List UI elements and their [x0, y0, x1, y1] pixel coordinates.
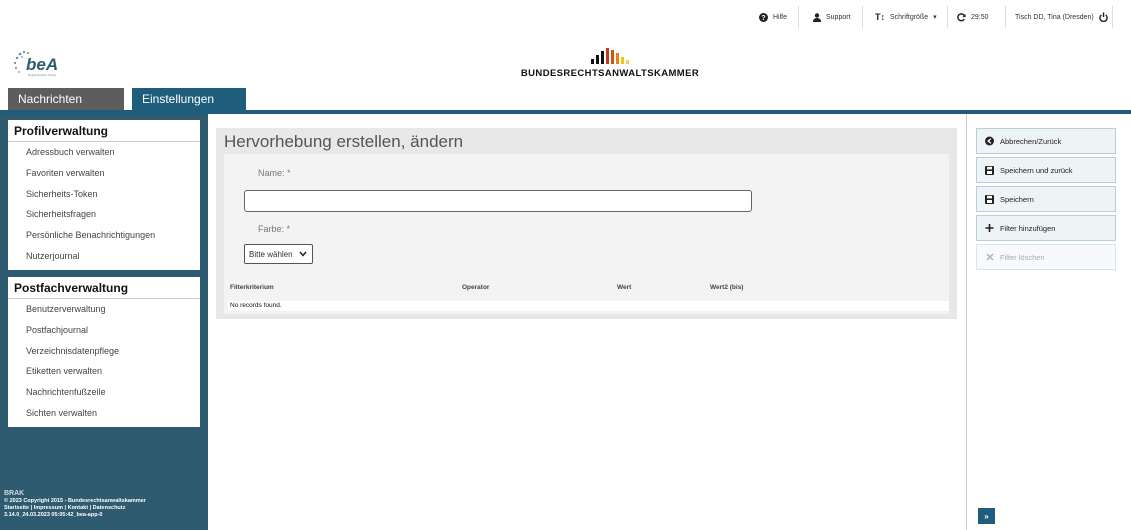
chevron-down-icon: ▾ — [933, 14, 937, 21]
save-and-back-button[interactable]: Speichern und zurück — [976, 157, 1116, 183]
arrow-left-circle-icon — [985, 136, 994, 146]
mailbox-panel: Postfachverwaltung Benutzerverwaltung Po… — [8, 277, 200, 427]
brak-small-logo: BRAK — [4, 490, 25, 497]
delete-filter-label: Filter löschen — [1000, 252, 1045, 262]
main-panel: Hervorhebung erstellen, ändern Name: * F… — [216, 128, 957, 319]
profile-panel: Profilverwaltung Adressbuch verwalten Fa… — [8, 120, 200, 270]
bea-logo[interactable]: beA Digital Einfach Sicher — [8, 48, 70, 78]
sidebar-item-postfachjournal[interactable]: Postfachjournal — [8, 320, 200, 341]
add-filter-button[interactable]: Filter hinzufügen — [976, 215, 1116, 241]
cancel-back-button[interactable]: Abbrechen/Zurück — [976, 128, 1116, 154]
x-icon — [985, 253, 994, 262]
version-text: 3.14.0_24.03.2023 05:05:42_bea-app-0 — [4, 512, 103, 518]
sidebar-item-adressbuch[interactable]: Adressbuch verwalten — [8, 142, 200, 163]
sidebar-item-benachrichtigungen[interactable]: Persönliche Benachrichtigungen — [8, 225, 200, 246]
cancel-back-label: Abbrechen/Zurück — [1000, 136, 1062, 146]
svg-text:?: ? — [761, 13, 765, 22]
sidebar-item-sichten[interactable]: Sichten verwalten — [8, 402, 200, 423]
sidebar-item-etiketten[interactable]: Etiketten verwalten — [8, 361, 200, 382]
help-link[interactable]: ? Hilfe — [759, 9, 787, 25]
floppy-icon — [985, 194, 994, 204]
column-header[interactable]: Filterkriterium — [230, 284, 274, 291]
save-and-back-label: Speichern und zurück — [1000, 165, 1073, 175]
logo-tagline: Digital Einfach Sicher — [28, 73, 57, 77]
plus-icon — [985, 223, 994, 233]
refresh-icon — [957, 12, 966, 22]
person-icon — [813, 12, 821, 22]
page-title: Hervorhebung erstellen, ändern — [224, 132, 464, 151]
divider — [1112, 6, 1113, 28]
session-timer[interactable]: 29:50 — [957, 9, 989, 25]
color-select-value: Bitte wählen — [249, 249, 293, 259]
sidebar-item-sicherheits-token[interactable]: Sicherheits-Token — [8, 183, 200, 204]
filter-table-header: Filterkriterium Operator Wert Wert2 (bis… — [230, 284, 956, 294]
table-empty-row: No records found. — [228, 301, 949, 311]
brak-logo: BUNDESRECHTSANWALTSKAMMER — [520, 48, 700, 80]
footer-links[interactable]: Startseite | Impressum | Kontakt | Daten… — [4, 505, 204, 512]
floppy-icon — [985, 165, 994, 175]
sidebar-item-sicherheitsfragen[interactable]: Sicherheitsfragen — [8, 204, 200, 225]
support-label: Support — [826, 13, 851, 21]
tab-nachrichten[interactable]: Nachrichten — [8, 88, 124, 110]
power-icon[interactable] — [1098, 12, 1108, 22]
divider — [798, 6, 799, 28]
column-header[interactable]: Wert — [617, 284, 631, 291]
delete-filter-button[interactable]: Filter löschen — [976, 244, 1116, 270]
divider — [862, 6, 863, 28]
top-utility-bar: ? Hilfe Support T↕ Schriftgröße ▾ 29:50 … — [0, 0, 1131, 34]
divider — [947, 6, 948, 28]
chevron-down-icon — [299, 251, 307, 257]
help-circle-icon: ? — [759, 12, 768, 22]
sidebar-footer: BRAK © 2023 Copyright 2015 - Bundesrecht… — [4, 490, 204, 519]
form-area: Name: * Farbe: * Bitte wählen Filterkrit… — [224, 154, 949, 314]
column-header[interactable]: Operator — [462, 284, 489, 291]
expand-panel-button[interactable]: » — [978, 508, 995, 524]
sidebar-item-favoriten[interactable]: Favoriten verwalten — [8, 163, 200, 184]
save-label: Speichern — [1000, 194, 1034, 204]
column-header[interactable]: Wert2 (bis) — [710, 284, 743, 291]
mailbox-panel-title: Postfachverwaltung — [8, 277, 200, 299]
add-filter-label: Filter hinzufügen — [1000, 223, 1056, 233]
text-size-icon: T↕ — [875, 12, 885, 22]
right-panel-divider — [966, 114, 967, 530]
color-select[interactable]: Bitte wählen — [244, 244, 313, 264]
save-button[interactable]: Speichern — [976, 186, 1116, 212]
logo-text: beA — [26, 55, 58, 74]
profile-panel-title: Profilverwaltung — [8, 120, 200, 142]
divider — [1005, 6, 1006, 28]
session-time: 29:50 — [971, 13, 989, 21]
copyright-text: © 2023 Copyright 2015 - Bundesrechtsanwa… — [4, 498, 146, 504]
sidebar-item-benutzerverwaltung[interactable]: Benutzerverwaltung — [8, 299, 200, 320]
sidebar-item-nutzerjournal[interactable]: Nutzerjournal — [8, 245, 200, 266]
user-name: Tisch DD, Tina (Dresden) — [1015, 13, 1094, 21]
brand-name: BUNDESRECHTSANWALTSKAMMER — [520, 68, 700, 79]
brak-bars-icon — [520, 48, 700, 64]
sidebar-item-verzeichnisdatenpflege[interactable]: Verzeichnisdatenpflege — [8, 340, 200, 361]
font-size-dropdown[interactable]: T↕ Schriftgröße ▾ — [875, 9, 937, 25]
name-label: Name: * — [258, 168, 291, 178]
help-label: Hilfe — [773, 13, 788, 21]
user-menu[interactable]: Tisch DD, Tina (Dresden) — [1015, 9, 1108, 25]
support-link[interactable]: Support — [813, 9, 851, 25]
tab-einstellungen[interactable]: Einstellungen — [132, 88, 246, 110]
sidebar: Profilverwaltung Adressbuch verwalten Fa… — [0, 114, 208, 530]
sidebar-item-nachrichtenfusszeile[interactable]: Nachrichtenfußzeile — [8, 382, 200, 403]
name-input[interactable] — [244, 190, 752, 212]
font-size-label: Schriftgröße — [890, 13, 929, 21]
color-label: Farbe: * — [258, 224, 291, 234]
main-tabs: Nachrichten Einstellungen — [8, 88, 246, 110]
